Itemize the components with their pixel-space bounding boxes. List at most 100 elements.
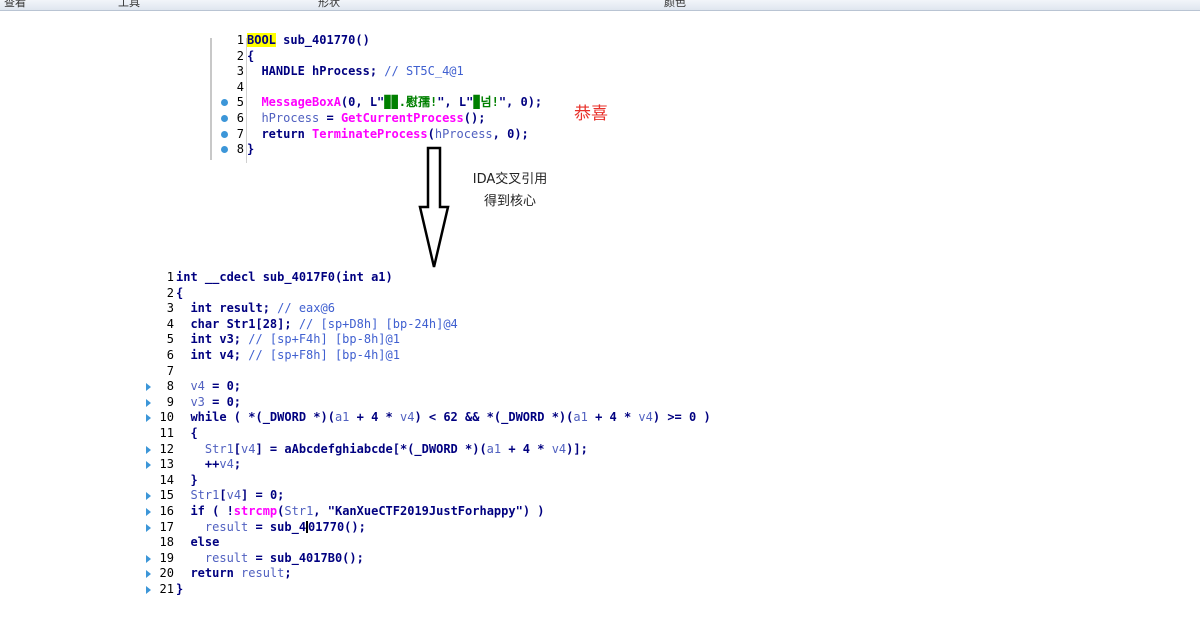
code-text: else: [176, 535, 219, 551]
code-token: v3: [176, 394, 205, 409]
code-text: MessageBoxA(0, L"▉▉.慰孺!", L"▉넘!", 0);: [247, 95, 542, 111]
code-text: int v4; // [sp+F8h] [bp-4h]@1: [176, 348, 400, 364]
window-menu-bar: 查看 工具 形状 颜色: [0, 0, 1200, 11]
line-number: 6: [166, 347, 174, 362]
code-token: = sub_4017B0();: [248, 550, 364, 565]
code-line[interactable]: 6 hProcess = GetCurrentProcess();: [210, 111, 610, 127]
code-text: }: [176, 582, 183, 598]
code-line[interactable]: 17 result = sub_4 01770();: [145, 520, 845, 536]
code-line[interactable]: 1 BOOL sub_401770(): [210, 33, 610, 49]
code-token: a1: [573, 410, 588, 425]
code-token: + 4 *: [349, 410, 400, 425]
code-text: return TerminateProcess(hProcess, 0);: [247, 126, 528, 143]
code-token: Str1: [284, 503, 314, 518]
menu-item-colors[interactable]: 颜色: [664, 0, 686, 10]
code-token: v4: [241, 441, 256, 456]
code-line[interactable]: 5 int v3; // [sp+F4h] [bp-8h]@1: [145, 332, 845, 348]
code-text: int __cdecl sub_4017F0(int a1): [176, 270, 393, 286]
line-number: 20: [159, 566, 174, 581]
code-line[interactable]: 4 char Str1[28]; // [sp+D8h] [bp-24h]@4: [145, 317, 845, 333]
code-line[interactable]: 21}: [145, 582, 845, 598]
code-token: int v4;: [176, 347, 249, 362]
code-line[interactable]: 5 MessageBoxA(0, L"▉▉.慰孺!", L"▉넘!", 0);: [210, 95, 610, 111]
code-line[interactable]: 18 else: [145, 535, 845, 551]
code-text: BOOL sub_401770(): [247, 33, 370, 49]
code-line[interactable]: 4: [210, 80, 610, 96]
code-token: sub_401770(): [275, 33, 370, 47]
menu-item-view[interactable]: 查看: [4, 0, 26, 10]
code-token: v4: [176, 379, 205, 394]
code-text: result = sub_4 01770();: [176, 520, 366, 536]
line-number: 18: [159, 535, 174, 550]
code-line[interactable]: 3 int result; // eax@6: [145, 301, 845, 317]
code-line[interactable]: 9 v3 = 0;: [145, 395, 845, 411]
code-token: v4: [551, 441, 567, 456]
code-text: char Str1[28]; // [sp+D8h] [bp-24h]@4: [176, 316, 458, 333]
code-line[interactable]: 6 int v4; // [sp+F8h] [bp-4h]@1: [145, 348, 845, 364]
line-number: 13: [159, 457, 174, 472]
code-token: [: [233, 441, 242, 456]
code-line[interactable]: 7 return TerminateProcess(hProcess, 0);: [210, 127, 610, 143]
code-token: while ( *(_DWORD *)(: [176, 410, 335, 425]
menu-item-shapes[interactable]: 形状: [318, 0, 340, 10]
code-text: HANDLE hProcess; // ST5C_4@1: [247, 64, 463, 80]
code-line[interactable]: 1 int __cdecl sub_4017F0(int a1): [145, 270, 845, 286]
code-line[interactable]: 2{: [145, 286, 845, 302]
code-line[interactable]: 11 {: [145, 426, 845, 442]
code-token: ▉▉.慰孺!: [384, 95, 438, 110]
code-token: Str1: [176, 441, 234, 456]
code-line[interactable]: 2{: [210, 49, 610, 65]
annotation-line-1: IDA交叉引用: [472, 172, 548, 187]
code-token: char Str1[28];: [176, 316, 299, 331]
line-number: 15: [159, 488, 174, 503]
code-line[interactable]: 19 result = sub_4017B0();: [145, 551, 845, 567]
code-line[interactable]: 8}: [210, 142, 610, 158]
code-text: v3 = 0;: [176, 395, 241, 411]
code-token: hProcess: [434, 126, 493, 141]
code-text: int result; // eax@6: [176, 301, 335, 317]
line-number: 1: [236, 33, 244, 47]
code-token: + 4 *: [587, 410, 639, 425]
line-number: 5: [166, 332, 174, 347]
code-line[interactable]: 12 Str1[v4] = aAbcdefghiabcde[*(_DWORD *…: [145, 442, 845, 458]
code-token: HANDLE hProcess;: [247, 64, 385, 79]
line-number: 8: [166, 379, 174, 394]
code-line[interactable]: 8 v4 = 0;: [145, 379, 845, 395]
code-token: GetCurrentProcess: [340, 110, 464, 125]
code-token: ;: [284, 566, 292, 581]
code-text: }: [247, 142, 254, 158]
code-token: return: [247, 126, 313, 141]
code-line[interactable]: 7: [145, 364, 845, 380]
annotation-line-2: 得到核心: [483, 194, 536, 209]
line-number: 3: [166, 301, 174, 316]
line-number: 12: [159, 441, 174, 456]
code-line[interactable]: 20 return result;: [145, 566, 845, 582]
pseudocode-panel-sub-401770: 1 BOOL sub_401770() 2{3 HANDLE hProcess; /…: [210, 33, 610, 158]
code-token: = 0;: [204, 394, 242, 409]
code-line[interactable]: 15 Str1[v4] = 0;: [145, 488, 845, 504]
code-token: =: [319, 110, 341, 125]
code-text: ++v4;: [176, 457, 241, 473]
code-token: ) >= 0 ): [652, 410, 711, 425]
code-line[interactable]: 10 while ( *(_DWORD *)(a1 + 4 * v4) < 62…: [145, 410, 845, 426]
menu-item-tools[interactable]: 工具: [118, 0, 140, 10]
code-token: ,: [313, 503, 328, 518]
code-token: 01770();: [308, 519, 366, 534]
code-token: // eax@6: [277, 301, 335, 316]
code-line[interactable]: 16 if ( !strcmp(Str1, "KanXueCTF2019Just…: [145, 504, 845, 520]
code-token: v4: [399, 410, 415, 425]
code-text: result = sub_4017B0();: [176, 551, 364, 567]
code-line[interactable]: 3 HANDLE hProcess; // ST5C_4@1: [210, 64, 610, 80]
code-text: v4 = 0;: [176, 379, 241, 395]
code-text: Str1[v4] = aAbcdefghiabcde[*(_DWORD *)(a…: [176, 442, 588, 458]
line-number: 14: [159, 472, 174, 487]
code-token: strcmp: [233, 503, 278, 518]
code-line[interactable]: 13 ++v4;: [145, 457, 845, 473]
xref-annotation: IDA交叉引用 得到核心: [455, 169, 565, 213]
line-number: 17: [159, 519, 174, 534]
code-token: return: [176, 566, 242, 581]
code-token: ] = aAbcdefghiabcde[*(_DWORD *)(: [255, 441, 487, 456]
code-token: // [sp+D8h] [bp-24h]@4: [298, 316, 458, 331]
congrats-annotation: 恭喜: [574, 104, 608, 124]
code-line[interactable]: 14 }: [145, 473, 845, 489]
